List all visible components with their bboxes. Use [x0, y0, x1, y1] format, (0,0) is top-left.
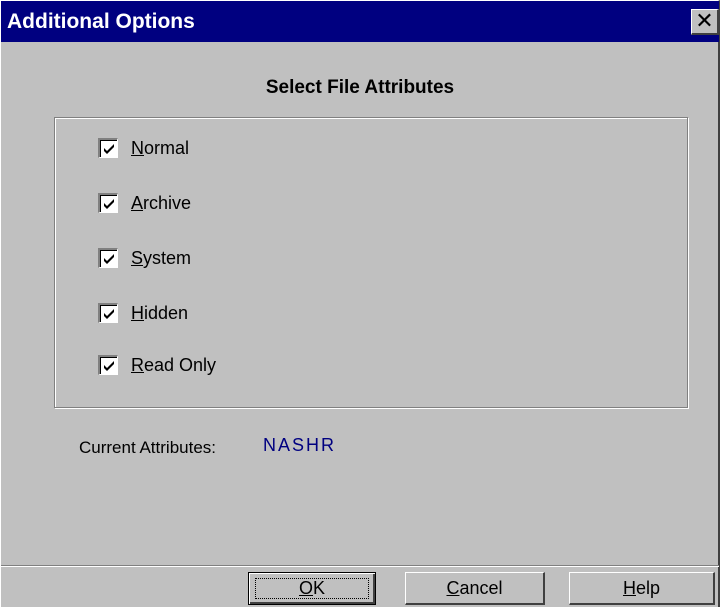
- archive-label: Archive: [131, 192, 192, 213]
- current-attributes-label: Current Attributes:: [79, 438, 217, 457]
- checkbox-row-hidden[interactable]: Hidden: [98, 300, 188, 326]
- checkbox-row-archive[interactable]: Archive: [98, 190, 191, 216]
- separator-highlight: [1, 566, 719, 567]
- help-button[interactable]: Help: [569, 572, 715, 605]
- checkmark-icon: [104, 254, 114, 264]
- normal-checkbox[interactable]: [98, 138, 118, 158]
- cancel-button[interactable]: Cancel: [405, 572, 545, 605]
- read-only-label: Read Only: [131, 354, 217, 375]
- title-bar[interactable]: Additional Options ✕: [1, 1, 719, 42]
- checkmark-icon: [104, 361, 114, 371]
- window-title: Additional Options: [7, 10, 195, 33]
- section-heading: Select File Attributes: [265, 77, 455, 98]
- checkmark-icon: [104, 199, 114, 209]
- focus-ring: [255, 578, 369, 599]
- help-button-label: Help: [622, 577, 661, 598]
- hidden-checkbox[interactable]: [98, 303, 118, 323]
- hidden-label: Hidden: [131, 302, 189, 323]
- normal-label: Normal: [131, 137, 190, 158]
- current-attributes-value: NASHR: [263, 435, 337, 455]
- checkbox-row-system[interactable]: System: [98, 245, 191, 271]
- checkbox-row-read-only[interactable]: Read Only: [98, 352, 216, 378]
- dialog-window: Additional Options ✕ Select File Attribu…: [0, 0, 720, 607]
- read-only-checkbox[interactable]: [98, 355, 118, 375]
- checkbox-row-normal[interactable]: Normal: [98, 135, 189, 161]
- archive-checkbox[interactable]: [98, 193, 118, 213]
- system-label: System: [131, 247, 192, 268]
- cancel-button-label: Cancel: [446, 577, 503, 598]
- close-button[interactable]: ✕: [691, 9, 719, 35]
- close-icon: ✕: [695, 8, 714, 33]
- ok-button[interactable]: OK: [248, 572, 376, 605]
- checkmark-icon: [104, 144, 114, 154]
- checkmark-icon: [104, 309, 114, 319]
- system-checkbox[interactable]: [98, 248, 118, 268]
